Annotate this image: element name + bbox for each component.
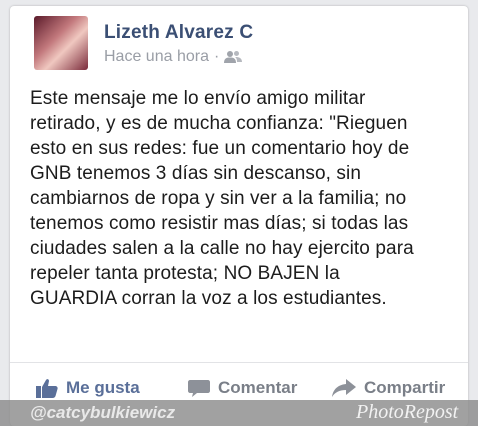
comment-label: Comentar [218, 378, 298, 397]
post-card: Lizeth Alvarez C Hace una hora · Este me… [10, 6, 468, 426]
thumbs-up-icon [36, 378, 58, 398]
share-arrow-icon [332, 379, 356, 397]
share-button[interactable]: Compartir [332, 378, 445, 398]
watermark-brand: PhotoRepost [356, 401, 459, 423]
friends-icon [224, 50, 243, 64]
actions-divider [10, 362, 468, 363]
watermark-username: @catcybulkiewicz [30, 403, 176, 422]
post-timestamp[interactable]: Hace una hora [104, 48, 209, 66]
post-body-text: Este mensaje me lo envío amigo militar r… [30, 88, 414, 309]
like-label: Me gusta [66, 378, 140, 397]
author-avatar[interactable] [34, 16, 88, 70]
comment-button[interactable]: Comentar [188, 378, 297, 398]
author-name[interactable]: Lizeth Alvarez C [104, 22, 253, 44]
share-label: Compartir [364, 378, 446, 397]
comment-bubble-icon [188, 379, 210, 398]
like-button[interactable]: Me gusta [36, 378, 140, 398]
watermark-bar: @catcybulkiewicz PhotoRepost [0, 400, 478, 426]
post-header: Lizeth Alvarez C Hace una hora · [34, 12, 458, 72]
meta-separator: · [213, 48, 220, 65]
post-meta: Hace una hora · [104, 48, 243, 66]
